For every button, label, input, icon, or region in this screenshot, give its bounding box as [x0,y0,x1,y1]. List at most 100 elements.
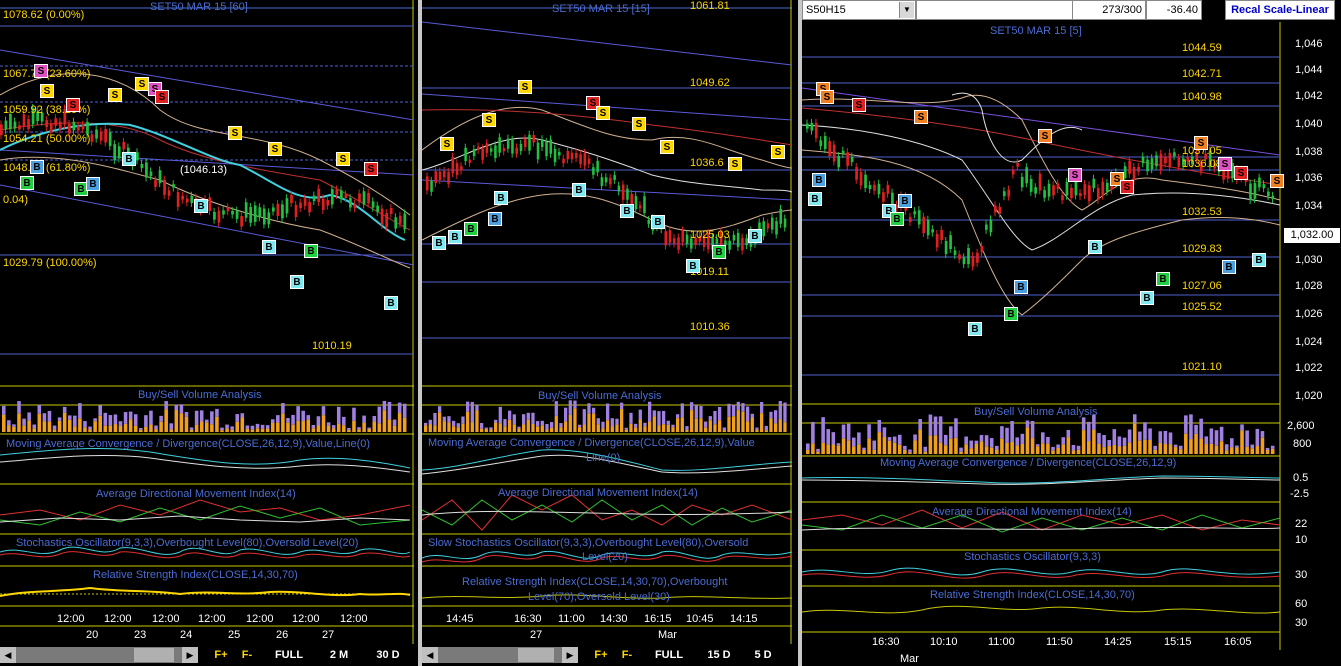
macd-panel-title-line2: Line(0) [586,452,621,464]
volume-bar-sell [867,438,871,454]
volume-bar-sell [573,408,577,432]
volume-bar-buy [857,432,861,445]
candle-body [1267,191,1270,197]
volume-bar-buy [144,415,148,427]
candle-body [167,190,171,196]
volume-bar-buy [615,418,619,425]
candle-body [989,219,993,233]
candle-body [779,208,783,224]
volume-bar-buy [88,426,92,430]
scroll-right-icon[interactable]: ▶ [182,647,198,663]
price-axis-tick: 1,022 [1295,362,1323,374]
candle-body [154,180,157,187]
volume-bar-buy [17,401,21,414]
volume-bar-sell [1153,449,1157,454]
volume-bar-buy [564,407,568,422]
volume-bar-sell [1035,446,1040,454]
candle-body [1047,183,1051,197]
volume-bar-buy [578,424,582,428]
chart-pane-5min[interactable]: S50H15 ▼ 273/300 273/300 -36.40 Recal Sc… [802,0,1341,666]
volume-bar-sell [1163,444,1168,454]
range-30d-button[interactable]: 30 D [368,646,408,664]
buy-signal-icon: B [262,240,276,254]
scroll-right-icon[interactable]: ▶ [562,647,578,663]
date-label: 27 [530,629,543,641]
volume-bar-sell [470,422,474,432]
fib-label-50: 1054.21 (50.00%) [3,133,91,145]
volume-bar-buy [545,424,549,430]
volume-bar-buy [629,412,633,424]
buy-signal-icon: B [572,183,586,197]
candle-body [877,183,881,195]
chart-canvas[interactable] [0,0,418,666]
volume-bar-buy [2,405,6,415]
chart-pane-60min[interactable]: SET50 MAR 15 [60] 1078.62 (0.00%) 1067.7… [0,0,418,666]
volume-bar-buy [676,414,680,419]
candle-body [1016,162,1020,167]
full-range-button[interactable]: FULL [270,646,308,664]
volume-bar-buy [215,408,219,417]
volume-bar-sell [215,416,219,432]
scroll-left-icon[interactable]: ◀ [0,647,16,663]
candle-body [1092,178,1096,189]
candle-body [434,171,438,184]
volume-bar-sell [311,428,316,432]
chart-canvas[interactable] [422,0,798,666]
volume-bar-buy [433,412,437,426]
volume-bar-buy [291,414,295,425]
candle-body [117,146,121,159]
volume-bar-sell [592,413,596,432]
volume-bar-sell [882,437,887,454]
horizontal-scrollbar[interactable]: ◀ ▶ [422,647,578,663]
price-level-label: 1040.98 [1182,91,1222,103]
candle-body [113,144,117,161]
candle-body [213,211,216,220]
horizontal-scrollbar[interactable]: ◀ ▶ [0,647,198,663]
buy-signal-icon: B [1222,260,1236,274]
volume-bar-sell [892,442,897,454]
volume-bar-sell [1148,440,1152,454]
rsi-panel-title-line2: Level(70),Oversold Level(30) [528,591,670,603]
chart-pane-15min[interactable]: SET50 MAR 15 [15] 1061.81 1049.62 1036.6… [422,0,798,666]
range-2m-button[interactable]: 2 M [322,646,356,664]
full-range-button[interactable]: FULL [650,646,688,664]
volume-bar-sell [250,429,255,432]
chart-canvas[interactable] [802,0,1341,666]
volume-bar-buy [169,423,174,430]
volume-bar-sell [377,423,382,432]
volume-bar-buy [508,410,512,420]
zoom-in-button[interactable]: F+ [210,646,232,664]
zoom-out-button[interactable]: F- [616,646,638,664]
zoom-in-button[interactable]: F+ [590,646,612,664]
volume-bar-buy [189,427,194,430]
scroll-left-icon[interactable]: ◀ [422,647,438,663]
scroll-thumb[interactable] [518,648,554,662]
volume-bar-sell [1061,444,1066,454]
volume-bar-sell [480,428,484,432]
candle-body [176,192,180,207]
zoom-out-button[interactable]: F- [236,646,258,664]
volume-bar-sell [826,444,831,454]
volume-bar-sell [1260,437,1265,454]
volume-bar-buy [718,406,722,421]
volume-bar-sell [326,425,331,432]
range-5d-button[interactable]: 5 D [748,646,778,664]
buy-signal-icon: B [812,173,826,187]
volume-bar-sell [933,435,938,454]
scroll-thumb[interactable] [134,648,174,662]
price-axis: 1,046 1,044 1,042 1,040 1,038 1,036 1,034 1,030… [1281,22,1341,406]
volume-axis-tick: 800 [1293,438,1312,450]
volume-bar-sell [296,420,300,432]
volume-bar-sell [662,424,666,432]
candle-body [519,143,523,152]
volume-bar-sell [713,424,717,432]
volume-bar-buy [1230,438,1234,448]
macd-panel-title: Moving Average Convergence / Divergence(… [428,437,755,449]
volume-bar-sell [1158,442,1163,454]
range-15d-button[interactable]: 15 D [702,646,736,664]
volume-bar-sell [564,421,568,432]
candle-body [326,200,330,206]
volume-bar-sell [194,424,199,432]
volume-bar-sell [550,427,554,432]
sell-signal-icon: S [1038,129,1052,143]
